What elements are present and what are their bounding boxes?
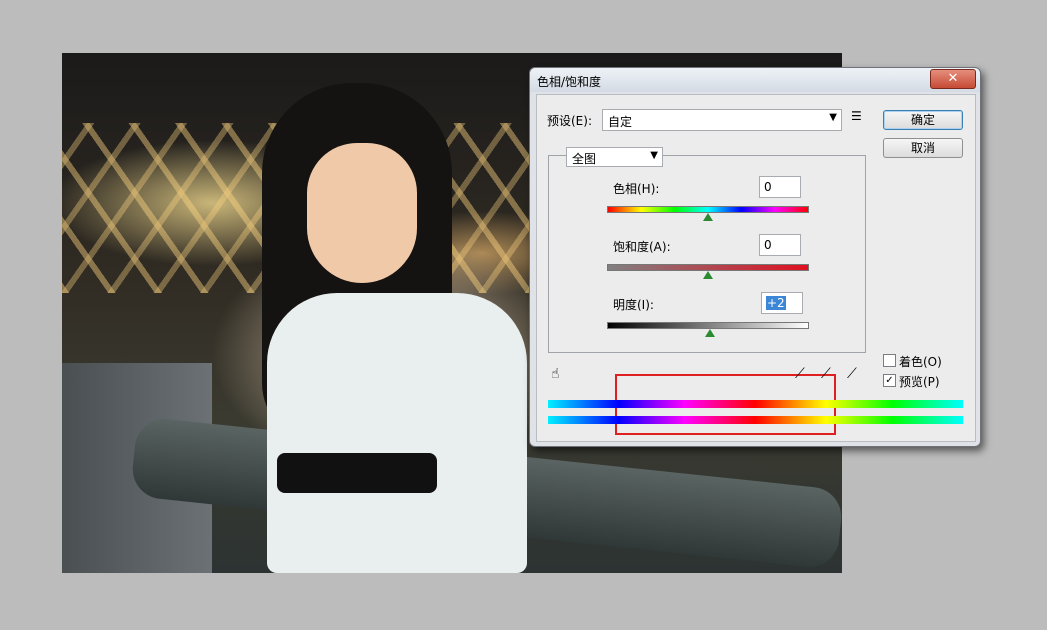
dialog-body: 预设(E): 自定 ▼ ☰ 确定 取消 全图 ▼ 色相(H): 0 饱和度(A)… xyxy=(536,94,976,442)
hue-slider-thumb[interactable] xyxy=(703,213,713,221)
saturation-input[interactable]: 0 xyxy=(759,234,801,256)
colorize-label: 着色(O) xyxy=(899,355,942,369)
chevron-down-icon: ▼ xyxy=(650,150,658,161)
channel-select[interactable]: 全图 ▼ xyxy=(566,147,663,167)
lightness-value: +2 xyxy=(766,296,786,310)
close-icon: ✕ xyxy=(947,71,959,86)
colorize-checkbox[interactable] xyxy=(883,354,896,367)
channel-value: 全图 xyxy=(572,152,597,166)
preview-label: 预览(P) xyxy=(899,375,940,389)
preset-select[interactable]: 自定 ▼ xyxy=(602,109,842,131)
photo-face xyxy=(307,143,417,283)
hue-input[interactable]: 0 xyxy=(759,176,801,198)
output-color-bar xyxy=(548,416,963,424)
photo-shirt xyxy=(267,293,527,573)
eyedropper-icon[interactable]: ⟋ xyxy=(795,366,805,382)
hue-label: 色相(H): xyxy=(613,182,660,196)
saturation-label: 饱和度(A): xyxy=(613,240,671,254)
hue-value: 0 xyxy=(764,180,772,194)
saturation-value: 0 xyxy=(764,238,772,252)
preset-options-icon[interactable]: ☰ xyxy=(851,109,862,123)
saturation-slider-thumb[interactable] xyxy=(703,271,713,279)
lightness-input[interactable]: +2 xyxy=(761,292,803,314)
dialog-title: 色相/饱和度 xyxy=(537,75,602,89)
cancel-button[interactable]: 取消 xyxy=(883,138,963,158)
preset-label: 预设(E): xyxy=(547,114,592,128)
input-color-bar xyxy=(548,400,963,408)
chevron-down-icon: ▼ xyxy=(829,112,837,123)
eyedropper-plus-icon[interactable]: ⟋ xyxy=(821,366,831,382)
lightness-label: 明度(I): xyxy=(613,298,654,312)
lightness-slider-thumb[interactable] xyxy=(705,329,715,337)
saturation-slider-track[interactable] xyxy=(607,264,809,271)
preview-checkbox[interactable]: ✓ xyxy=(883,374,896,387)
hue-saturation-dialog: 色相/饱和度 ✕ 预设(E): 自定 ▼ ☰ 确定 取消 全图 ▼ 色相(H):… xyxy=(529,67,981,447)
target-adjust-icon[interactable]: ☝ xyxy=(551,366,560,382)
close-button[interactable]: ✕ xyxy=(930,69,976,89)
ok-button[interactable]: 确定 xyxy=(883,110,963,130)
dialog-titlebar[interactable]: 色相/饱和度 ✕ xyxy=(530,68,980,92)
checkmark-icon: ✓ xyxy=(885,375,894,386)
hue-slider-track[interactable] xyxy=(607,206,809,213)
lightness-slider-track[interactable] xyxy=(607,322,809,329)
eyedropper-minus-icon[interactable]: ⟋ xyxy=(847,366,857,382)
photo-belt xyxy=(277,453,437,493)
preset-value: 自定 xyxy=(608,115,633,129)
